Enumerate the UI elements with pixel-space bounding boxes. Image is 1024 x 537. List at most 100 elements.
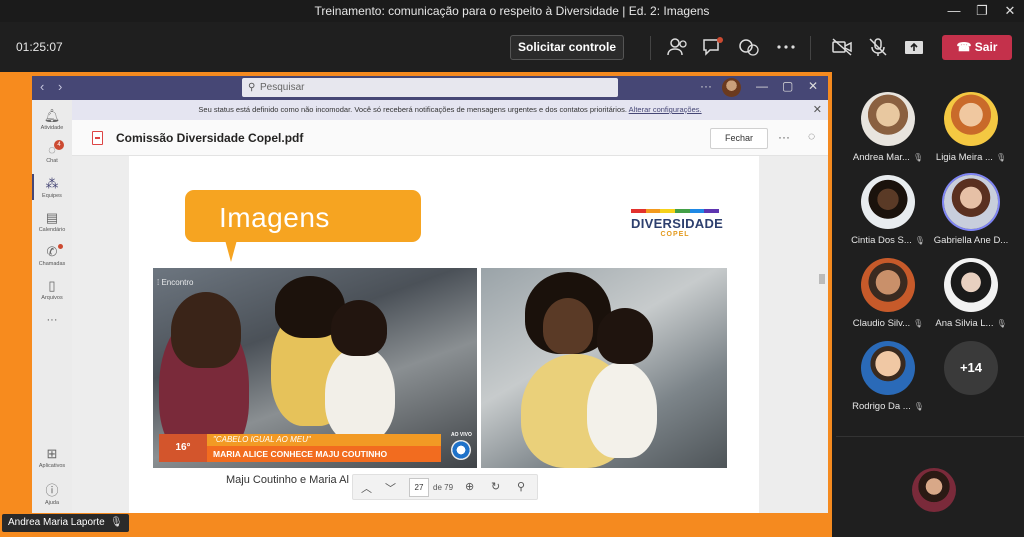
rail-item-activity[interactable]: 🔔︎ Atividade (32, 108, 72, 131)
participant-name: Ligia Meira ... 🎙︎ (929, 152, 1013, 163)
request-control-button[interactable]: Solicitar controle (510, 35, 624, 60)
share-screen-icon[interactable] (902, 36, 926, 58)
rail-label: Equipes (42, 193, 62, 199)
bell-icon: 🔔︎ (43, 108, 61, 123)
lower-third-top: "CABELO IGUAL AO MEU" (207, 434, 441, 446)
chat-icon[interactable] (701, 36, 725, 58)
participant-tile[interactable]: Gabriella Ane D... (929, 175, 1013, 255)
teams-search-input[interactable]: ⚲ Pesquisar (242, 78, 618, 97)
find-icon[interactable]: ⚲ (517, 480, 525, 493)
photo-woman-face (543, 298, 593, 354)
user-avatar[interactable] (722, 78, 741, 97)
rail-item-help[interactable]: ⓘ Ajuda (32, 480, 72, 506)
maximize-icon[interactable]: ▢ (782, 79, 793, 93)
meeting-timer: 01:25:07 (16, 40, 63, 54)
more-options-icon[interactable]: ··· (778, 130, 790, 144)
participant-tile[interactable]: Claudio Silv... 🎙︎ (846, 258, 930, 338)
more-icon[interactable]: ··· (700, 79, 712, 93)
logo-sub: COPEL (660, 231, 690, 238)
page-count: de 79 (433, 483, 454, 492)
scrollbar-thumb[interactable] (819, 274, 825, 284)
rail-item-apps[interactable]: ⊞ Aplicativos (32, 446, 72, 469)
participant-tile[interactable]: Ana Silvia L... 🎙︎ (929, 258, 1013, 338)
mic-off-icon[interactable] (866, 36, 890, 58)
mic-off-icon: 🎙︎ (913, 319, 924, 328)
participant-name-text: Cintia Dos S... (851, 235, 912, 246)
rail-label: Chamadas (38, 261, 66, 267)
rail-item-chat[interactable]: ◌ 4 Chat (32, 140, 72, 164)
participant-tile[interactable]: Andrea Mar... 🎙︎ (846, 92, 930, 172)
slide-heading: Imagens (219, 202, 330, 233)
participant-name-text: Ana Silvia L... (935, 318, 994, 329)
participant-name-text: Claudio Silv... (852, 318, 911, 329)
participant-name: Ana Silvia L... 🎙︎ (929, 318, 1013, 329)
participant-tile[interactable]: Ligia Meira ... 🎙︎ (929, 92, 1013, 172)
next-page-icon[interactable]: ﹀ (385, 480, 396, 496)
participant-avatar (861, 258, 915, 312)
rotate-icon[interactable]: ↻ (491, 480, 500, 493)
photo-caption: Maju Coutinho e Maria Al (226, 474, 349, 486)
weather-temp: 16° (159, 434, 207, 462)
heading-bubble-tail (225, 240, 237, 262)
maximize-button[interactable]: ❐ (968, 2, 996, 20)
leave-button[interactable]: ☎ Sair (942, 35, 1012, 60)
close-icon[interactable]: ✕ (808, 79, 818, 93)
more-participants-tile[interactable]: +14 (929, 341, 1013, 421)
mic-off-icon: 🎙︎ (912, 153, 924, 162)
globo-logo (451, 440, 471, 460)
previous-page-icon[interactable]: ︿ (361, 480, 372, 496)
photo-child-head (597, 308, 653, 364)
tv-photo-right (481, 268, 727, 468)
participant-name: Rodrigo Da ... 🎙︎ (846, 401, 930, 412)
forward-arrow-icon[interactable]: › (58, 79, 62, 94)
rail-item-calendar[interactable]: ▤ Calendário (32, 210, 72, 233)
rail-item-calls[interactable]: ✆ Chamadas (32, 244, 72, 267)
self-video[interactable] (912, 468, 956, 512)
search-placeholder: Pesquisar (260, 82, 305, 93)
rail-item-files[interactable]: ▯ Arquivos (32, 278, 72, 301)
participant-avatar (861, 92, 915, 146)
participant-name-text: Gabriella Ane D... (933, 235, 1009, 246)
notice-text: Seu status está definido como não incomo… (198, 105, 627, 114)
share-border (0, 72, 32, 537)
teams-titlebar: ‹ › ⚲ Pesquisar ··· — ▢ ✕ (32, 76, 828, 100)
document-title: Comissão Diversidade Copel.pdf (116, 131, 304, 145)
change-settings-link[interactable]: Alterar configurações. (629, 105, 702, 114)
tv-watermark: ⁞ Encontro (157, 278, 194, 287)
participant-tile[interactable]: Rodrigo Da ... 🎙︎ (846, 341, 930, 421)
hang-up-icon: ☎ (956, 40, 972, 54)
toolbar-divider (810, 36, 811, 60)
participant-tile[interactable]: Cintia Dos S... 🎙︎ (846, 175, 930, 255)
rail-item-teams[interactable]: ⁂ Equipes (32, 174, 72, 200)
minimize-button[interactable]: — (940, 2, 968, 20)
participants-icon[interactable] (666, 36, 690, 58)
minimize-icon[interactable]: — (756, 79, 768, 93)
shared-teams-window: ‹ › ⚲ Pesquisar ··· — ▢ ✕ 🔔︎ Atividade ◌… (32, 76, 828, 513)
reactions-icon[interactable] (737, 36, 761, 58)
toolbar-divider (650, 36, 651, 60)
conversation-icon[interactable]: ◌ (808, 129, 815, 143)
dnd-notice-banner: Seu status está definido como não incomo… (72, 100, 828, 120)
participant-name: Gabriella Ane D... (929, 235, 1013, 246)
window-title: Treinamento: comunicação para o respeito… (314, 4, 710, 18)
back-arrow-icon[interactable]: ‹ (40, 79, 44, 94)
page-number-input[interactable]: 27 (409, 478, 429, 497)
close-document-button[interactable]: Fechar (710, 128, 768, 149)
more-options-icon[interactable] (774, 36, 798, 58)
close-window-button[interactable]: ✕ (996, 2, 1024, 20)
logo-bar (645, 209, 661, 213)
dismiss-icon[interactable]: ✕ (813, 100, 822, 120)
panel-divider (836, 436, 1024, 437)
zoom-in-icon[interactable]: ⊕ (465, 480, 474, 493)
participant-name: Andrea Mar... 🎙︎ (846, 152, 930, 163)
rail-label: Atividade (40, 125, 64, 131)
participant-name-text: Rodrigo Da ... (852, 401, 911, 412)
mic-off-icon: 🎙︎ (995, 153, 1007, 162)
rail-more[interactable]: ··· (32, 314, 72, 326)
camera-off-icon[interactable] (830, 36, 854, 58)
participants-panel: Andrea Mar... 🎙︎ Ligia Meira ... 🎙︎ Cintia… (836, 72, 1024, 537)
document-header: Comissão Diversidade Copel.pdf Fechar ··… (72, 120, 828, 156)
chat-icon: ◌ (48, 142, 56, 157)
photo-child (325, 346, 395, 442)
participant-avatar (944, 175, 998, 229)
